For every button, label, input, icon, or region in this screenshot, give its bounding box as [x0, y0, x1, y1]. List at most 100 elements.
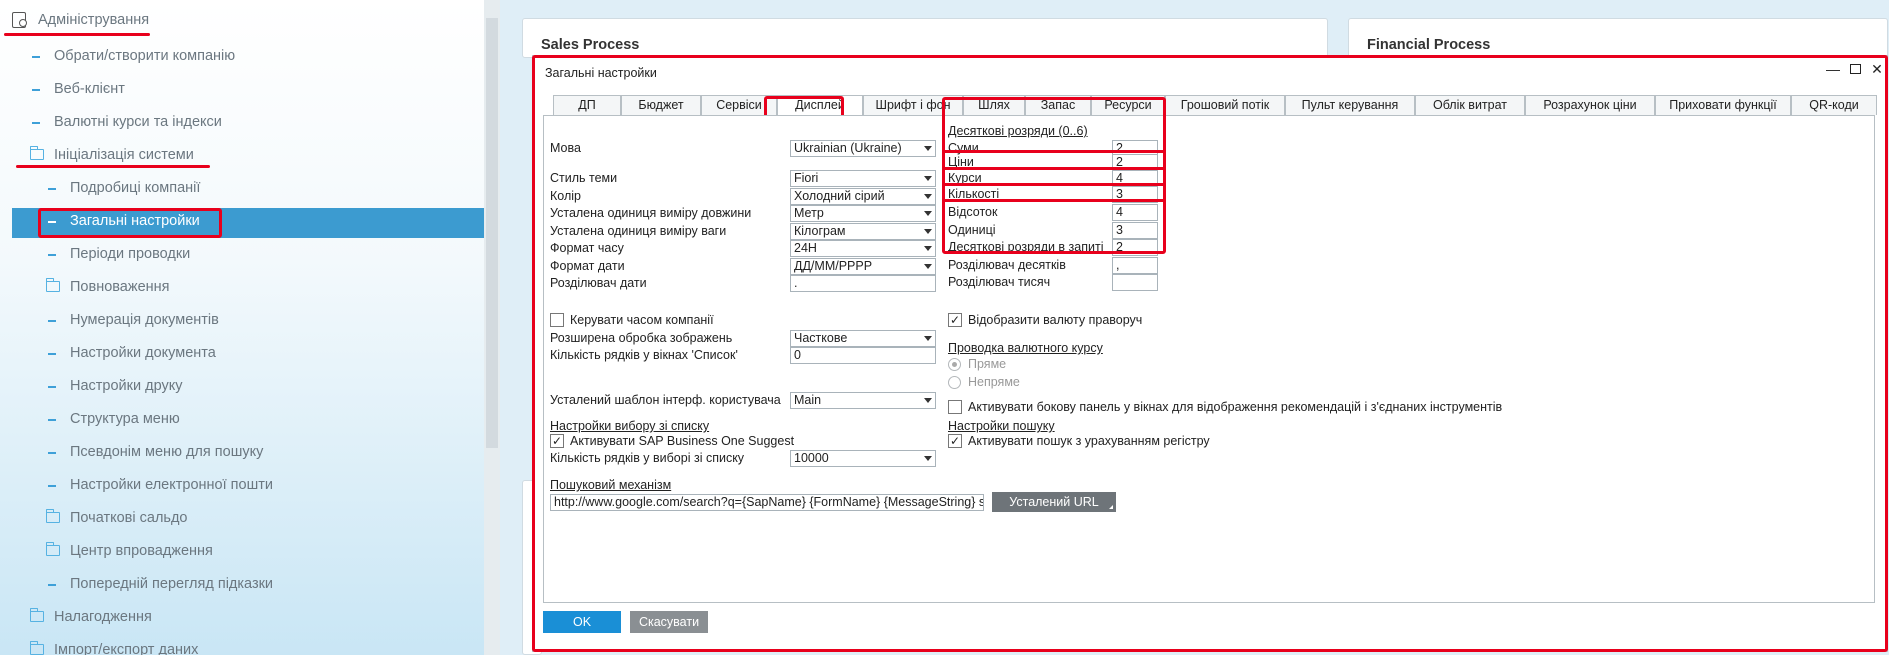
weight-unit-select[interactable]: Кілограм — [790, 223, 936, 240]
dash-icon — [32, 122, 40, 124]
language-select[interactable]: Ukrainian (Ukraine) — [790, 140, 936, 157]
date-format-select[interactable]: ДД/ММ/РРРР — [790, 258, 936, 275]
image-processing-label: Розширена обробка зображень — [550, 331, 733, 345]
currency-right-checkbox[interactable]: ✓ — [948, 313, 962, 327]
dash-icon — [48, 584, 56, 586]
image-processing-select[interactable]: Часткове — [790, 330, 936, 347]
display-tab-panel: Мова Ukrainian (Ukraine) Стиль теми Fior… — [543, 115, 1875, 603]
sidebar-item-label: Настройки документа — [70, 345, 216, 361]
tab-hide-functions[interactable]: Приховати функції — [1655, 95, 1791, 115]
date-separator-input[interactable]: . — [790, 275, 936, 292]
sidebar-item-label: Настройки електронної пошти — [70, 477, 273, 493]
select-value: Холодний сірий — [794, 189, 885, 203]
suggest-label: Активувати SAP Business One Suggest — [570, 434, 795, 448]
close-icon[interactable]: ✕ — [1869, 61, 1885, 77]
sidebar-panel-checkbox[interactable] — [948, 400, 962, 414]
tab-cockpit[interactable]: Пульт керування — [1285, 95, 1415, 115]
maximize-icon[interactable] — [1847, 61, 1863, 77]
list-rows-input[interactable]: 0 — [790, 347, 936, 364]
sidebar-item-label: Імпорт/експорт даних — [54, 642, 199, 655]
prices-input[interactable]: 2 — [1112, 154, 1158, 171]
choose-from-list-settings-header: Настройки вибору зі списку — [550, 419, 710, 433]
tab-services[interactable]: Сервіси — [701, 95, 777, 115]
tab-path[interactable]: Шлях — [963, 95, 1025, 115]
choose-rows-label: Кількість рядків у виборі зі списку — [550, 451, 745, 465]
sidebar-item-label: Повноваження — [70, 279, 170, 295]
tab-budget[interactable]: Бюджет — [621, 95, 701, 115]
query-decimals-input[interactable]: 2 — [1112, 239, 1158, 256]
cancel-button[interactable]: Скасувати — [630, 611, 708, 633]
dash-icon — [48, 221, 56, 223]
ui-template-select[interactable]: Main — [790, 392, 936, 409]
sidebar-item-label: Центр впровадження — [70, 543, 213, 559]
chevron-down-icon — [924, 176, 932, 181]
dash-icon — [48, 485, 56, 487]
search-engine-label: Пошуковий механізм — [550, 478, 672, 492]
theme-label: Стиль теми — [550, 171, 618, 185]
default-url-button[interactable]: Усталений URL — [992, 492, 1116, 512]
tab-cost-accounting[interactable]: Облік витрат — [1415, 95, 1525, 115]
tab-display[interactable]: Дисплей — [777, 95, 863, 115]
language-label: Мова — [550, 141, 581, 155]
tab-price-calculation[interactable]: Розрахунок ціни — [1525, 95, 1655, 115]
search-url-input[interactable]: http://www.google.com/search?q={SapName}… — [550, 494, 984, 511]
dash-icon — [48, 386, 56, 388]
units-label: Одиниці — [948, 223, 996, 237]
tab-font-background[interactable]: Шрифт і фон — [863, 95, 963, 115]
chevron-down-icon — [924, 229, 932, 234]
case-sensitive-search-checkbox[interactable]: ✓ — [948, 434, 962, 448]
dash-icon — [48, 320, 56, 322]
decimal-separator-input[interactable]: , — [1112, 257, 1158, 274]
date-format-label: Формат дати — [550, 259, 625, 273]
query-decimals-label: Десяткові розряди в запиті — [948, 240, 1104, 254]
date-separator-label: Розділювач дати — [550, 276, 647, 290]
tab-stock[interactable]: Запас — [1025, 95, 1091, 115]
annotation-underline-system-init — [16, 165, 210, 168]
chevron-down-icon — [924, 336, 932, 341]
decimal-separator-label: Розділювач десятків — [948, 258, 1066, 272]
tab-resources[interactable]: Ресурси — [1091, 95, 1165, 115]
sidebar-item-label: Подробиці компанії — [70, 180, 201, 196]
thousands-separator-input[interactable] — [1112, 274, 1158, 291]
sidebar-item-label: Нумерація документів — [70, 312, 219, 328]
tab-cash-flow[interactable]: Грошовий потік — [1165, 95, 1285, 115]
sidebar-panel-label: Активувати бокову панель у вікнах для ві… — [968, 400, 1503, 414]
sidebar-scrollbar-thumb[interactable] — [486, 18, 498, 448]
sidebar-item-label: Періоди проводки — [70, 246, 191, 262]
quantities-label: Кількості — [948, 187, 1000, 201]
tab-dp[interactable]: ДП — [553, 95, 621, 115]
tab-qr-codes[interactable]: QR-коди — [1791, 95, 1877, 115]
sidebar-item-label: Структура меню — [70, 411, 180, 427]
select-value: Fiori — [794, 171, 819, 185]
dash-icon — [48, 254, 56, 256]
select-value: Main — [794, 393, 822, 407]
folder-icon — [29, 641, 44, 655]
direct-label: Пряме — [968, 357, 1007, 371]
length-unit-select[interactable]: Метр — [790, 205, 936, 222]
indirect-radio[interactable] — [948, 376, 961, 389]
sidebar-item-label: Настройки друку — [70, 378, 183, 394]
theme-select[interactable]: Fiori — [790, 170, 936, 187]
time-format-select[interactable]: 24H — [790, 240, 936, 257]
percent-input[interactable]: 4 — [1112, 204, 1158, 221]
manage-time-checkbox[interactable] — [550, 313, 564, 327]
case-sensitive-search-label: Активувати пошук з урахуванням регістру — [968, 434, 1210, 448]
rates-input[interactable]: 4 — [1112, 170, 1158, 187]
ok-button[interactable]: OK — [543, 611, 621, 633]
dash-icon — [32, 56, 40, 58]
select-value: Кілограм — [794, 224, 846, 238]
chevron-down-icon — [924, 194, 932, 199]
dash-icon — [48, 188, 56, 190]
financial-process-panel: Financial Process — [1348, 18, 1888, 58]
units-input[interactable]: 3 — [1112, 222, 1158, 239]
suggest-checkbox[interactable]: ✓ — [550, 434, 564, 448]
minimize-icon[interactable]: — — [1825, 61, 1841, 77]
direct-radio[interactable] — [948, 358, 961, 371]
select-value: ДД/ММ/РРРР — [794, 259, 873, 273]
choose-rows-select[interactable]: 10000 — [790, 450, 936, 467]
color-select[interactable]: Холодний сірий — [790, 188, 936, 205]
quantities-input[interactable]: 3 — [1112, 186, 1158, 203]
sidebar-item-label: Попередній перегляд підказки — [70, 576, 274, 592]
select-value: 10000 — [794, 451, 829, 465]
dash-icon — [48, 419, 56, 421]
